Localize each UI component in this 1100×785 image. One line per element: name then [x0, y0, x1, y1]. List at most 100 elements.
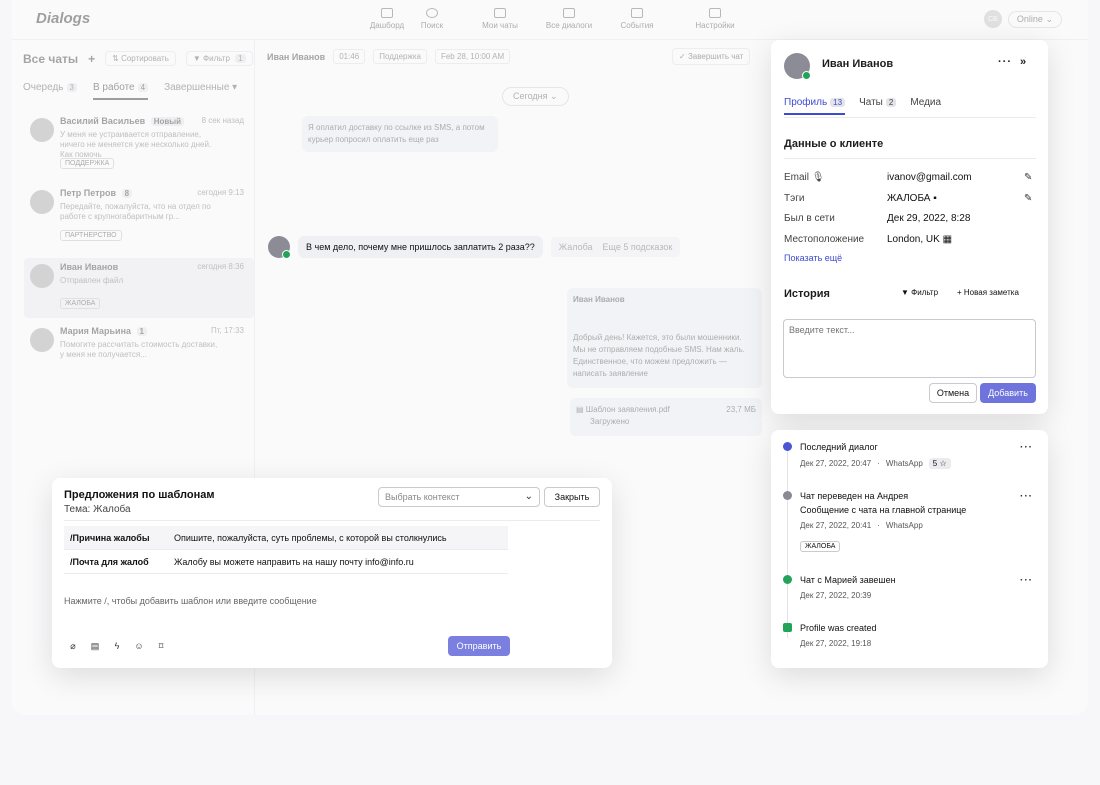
cancel-button[interactable]: Отмена: [929, 383, 977, 403]
tab-in-progress[interactable]: В работе 4: [92, 82, 149, 100]
nav-all-dialogs[interactable]: Все диалоги: [534, 8, 604, 30]
nav-settings[interactable]: Настройки: [680, 8, 750, 30]
suggestion-chips[interactable]: Жалоба Еще 5 подсказок: [550, 237, 681, 257]
chat-list-item[interactable]: Мария Марьина 1 Пт, 17:33 Помогите рассч…: [24, 322, 244, 382]
tab-chats[interactable]: Чаты 2: [859, 97, 897, 115]
context-select[interactable]: Выбрать контекст ⌄: [378, 487, 540, 507]
file-icon: ▤: [576, 405, 584, 414]
avatar: [30, 190, 54, 214]
edit-icon[interactable]: ✎: [1024, 172, 1032, 183]
nav-search[interactable]: Поиск: [397, 8, 467, 30]
sort-button[interactable]: ⇅ Сортировать: [105, 51, 176, 66]
add-icon[interactable]: +: [88, 52, 95, 66]
message-input-hint[interactable]: Нажмите /, чтобы добавить шаблон или вве…: [64, 596, 317, 606]
status-dropdown[interactable]: Online ⌄: [1007, 10, 1062, 28]
rating-badge: 5 ☆: [928, 458, 951, 469]
tab-media[interactable]: Медиа: [910, 97, 941, 115]
chat-list-item[interactable]: Петр Петров 8 сегодня 9:13 Передайте, по…: [24, 184, 244, 244]
history-title: История: [784, 288, 830, 300]
more-icon[interactable]: ···: [1020, 442, 1033, 453]
tags-value: ЖАЛОБА ▪: [887, 193, 937, 204]
avatar: [30, 264, 54, 288]
chat-list-item-selected[interactable]: Иван Иванов сегодня 8:36 Отправлен файл …: [24, 258, 254, 318]
template-row[interactable]: /Причина жалобы Опишите, пожалуйста, сут…: [64, 526, 508, 550]
template-icon[interactable]: ▤: [90, 641, 100, 651]
send-button[interactable]: Отправить: [448, 636, 510, 656]
tag-badge: ПАРТНЕРСТВО: [60, 230, 122, 241]
timeline-dot-icon: [783, 491, 792, 500]
tag-badge: ЖАЛОБА: [60, 298, 101, 309]
user-avatar: СБ: [983, 10, 1002, 28]
file-attachment[interactable]: ▤ Шаблон заявления.pdf 23,7 МБ Загружено: [570, 398, 762, 436]
tab-finished[interactable]: Завершенные ▾: [164, 82, 237, 100]
divider: [64, 520, 600, 521]
history-filter-button[interactable]: ▼ Фильтр: [901, 288, 938, 297]
star-icon: ☆: [939, 459, 947, 468]
timeline-dot-icon: [783, 575, 792, 584]
chat-list-tabs: Очередь 3 В работе 4 Завершенные ▾: [23, 82, 237, 100]
add-note-button[interactable]: Добавить: [980, 383, 1036, 403]
composer-toolbar: ⌀ ▤ ϟ ☺ ⌑: [68, 641, 166, 651]
emoji-icon[interactable]: ☺: [134, 641, 144, 651]
settings-icon: [709, 8, 721, 18]
tag-icon: ▪: [933, 193, 937, 204]
nav-my-chats[interactable]: Мои чаты: [465, 8, 535, 30]
tab-queue[interactable]: Очередь 3: [23, 82, 77, 100]
chat-list-item[interactable]: Василий Васильев Новый 8 сек назад У мен…: [24, 112, 244, 172]
date-divider: Сегодня ⌄: [502, 87, 569, 106]
attach-icon[interactable]: ⌀: [68, 641, 78, 651]
tag-badge: ЖАЛОБА: [800, 541, 841, 552]
chevron-down-icon: ⌄: [1045, 13, 1053, 24]
bookmark-icon[interactable]: ⌑: [156, 641, 166, 651]
panel-title: Предложения по шаблонам: [64, 489, 215, 501]
client-name: Иван Иванов: [822, 58, 894, 70]
note-textarea[interactable]: [783, 319, 1036, 378]
template-suggestions-panel: Предложения по шаблонам Тема: Жалоба Выб…: [52, 478, 612, 668]
chat-header: Иван Иванов 01:46 Поддержка Feb 28, 10:0…: [267, 49, 511, 64]
search-icon: [426, 8, 438, 18]
highlighted-message: В чем дело, почему мне пришлось заплатит…: [268, 236, 681, 259]
chat-contact-name: Иван Иванов: [267, 51, 326, 62]
chat-list-header: Все чаты + ⇅ Сортировать ▼ Фильтр 1: [23, 51, 253, 66]
avatar: [784, 53, 811, 80]
close-button[interactable]: Закрыть: [544, 487, 600, 507]
more-icon[interactable]: ···: [998, 56, 1012, 68]
finish-chat-button[interactable]: ✓ Завершить чат: [672, 48, 751, 65]
tag-badge: ПОДДЕРЖКА: [60, 158, 115, 169]
chevron-down-icon: ▾: [232, 82, 238, 93]
avatar: [30, 328, 54, 352]
chevron-down-icon: ⌄: [524, 491, 533, 502]
nav-events[interactable]: События: [602, 8, 672, 30]
chat-list-title: Все чаты: [23, 51, 79, 66]
history-timeline-panel: Последний диалог ··· Дек 27, 2022, 20:47…: [771, 430, 1048, 668]
divider: [784, 117, 1036, 118]
edit-icon[interactable]: ✎: [1024, 193, 1032, 204]
client-profile-panel: Иван Иванов ··· » Профиль 13 Чаты 2 Медиа …: [771, 40, 1048, 414]
collapse-icon[interactable]: »: [1020, 56, 1026, 68]
filter-button[interactable]: ▼ Фильтр 1: [185, 51, 253, 66]
more-icon[interactable]: ···: [1020, 491, 1033, 502]
events-icon: [631, 8, 643, 18]
tab-profile[interactable]: Профиль 13: [784, 97, 846, 115]
agent-message-bubble: Иван Иванов Добрый день! Кажется, это бы…: [567, 288, 762, 388]
template-table: /Причина жалобы Опишите, пожалуйста, сут…: [64, 526, 508, 574]
app-logo: Dialogs: [36, 10, 91, 27]
section-title: Данные о клиенте: [784, 138, 884, 150]
last-seen-value: Дек 29, 2022, 8:28: [887, 213, 971, 224]
lightning-icon[interactable]: ϟ: [112, 641, 122, 651]
timeline-dot-icon: [783, 442, 792, 451]
message-bubble: В чем дело, почему мне пришлось заплатит…: [298, 236, 543, 258]
plus-icon: +: [957, 288, 962, 297]
dialogs-icon: [563, 8, 575, 18]
chat-timer: 01:46: [333, 49, 366, 64]
chat-department: Поддержка: [373, 49, 427, 64]
new-note-button[interactable]: + Новая заметка: [957, 288, 1019, 297]
profile-tabs: Профиль 13 Чаты 2 Медиа: [784, 97, 941, 115]
chat-date: Feb 28, 10:00 AM: [434, 49, 511, 64]
template-row[interactable]: /Почта для жалоб Жалобу вы можете направ…: [64, 550, 508, 574]
more-icon[interactable]: ···: [1020, 575, 1033, 586]
show-more-link[interactable]: Показать ещё: [784, 253, 842, 263]
message-bubble: Я оплатил доставку по ссылке из SMS, а п…: [302, 116, 498, 152]
user-menu[interactable]: СБ Online ⌄: [983, 10, 1062, 28]
user-icon: [783, 623, 792, 632]
